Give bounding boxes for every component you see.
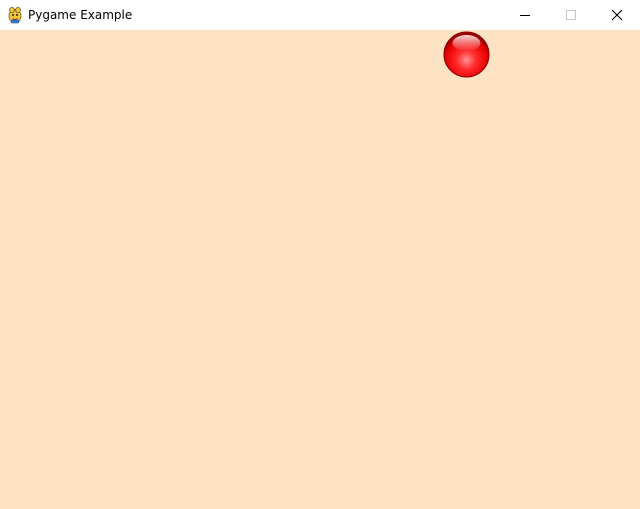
pygame-icon: [7, 6, 23, 24]
minimize-button[interactable]: [502, 0, 548, 30]
app-window: Pygame Example: [0, 0, 640, 509]
window-title: Pygame Example: [28, 8, 133, 22]
game-canvas[interactable]: [0, 30, 640, 509]
maximize-button[interactable]: [548, 0, 594, 30]
maximize-icon: [565, 6, 577, 25]
red-ball: [443, 31, 490, 78]
title-bar[interactable]: Pygame Example: [0, 0, 640, 30]
close-button[interactable]: [594, 0, 640, 30]
minimize-icon: [519, 6, 531, 25]
close-icon: [611, 6, 623, 25]
